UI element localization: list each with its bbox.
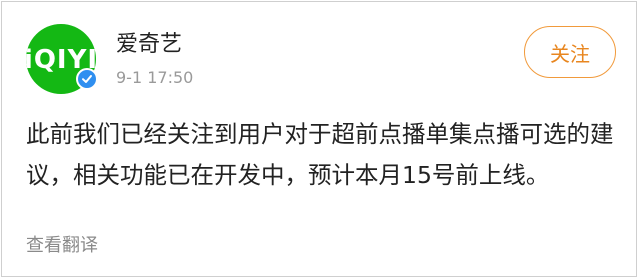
follow-button[interactable]: 关注 (524, 26, 616, 78)
post-text: 此前我们已经关注到用户对于超前点播单集点播可选的建议，相关功能已在开发中，预计本… (26, 120, 614, 189)
post-card: iQIYI 爱奇艺 9-1 17:50 关注 此前我们已经关注到用户对于超前点播… (1, 1, 637, 277)
post-timestamp: 9-1 17:50 (116, 68, 194, 87)
translate-link[interactable]: 查看翻译 (26, 234, 98, 258)
check-icon (82, 75, 92, 83)
username[interactable]: 爱奇艺 (116, 32, 182, 58)
verified-badge-icon (76, 68, 98, 90)
